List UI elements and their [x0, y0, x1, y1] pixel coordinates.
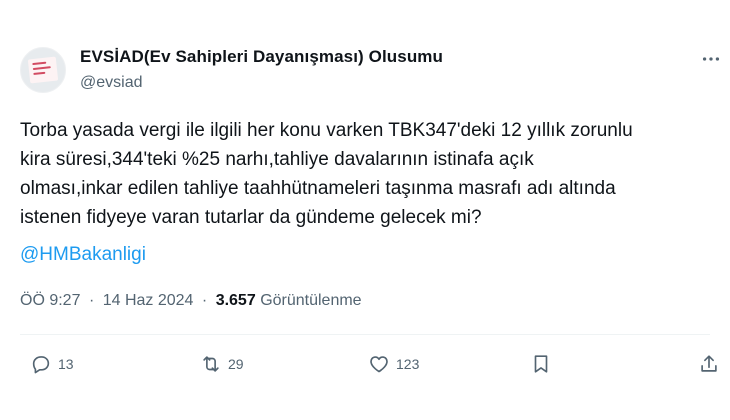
views-label: Görüntülenme	[260, 292, 362, 309]
meta-separator: ·	[201, 292, 208, 309]
author-avatar[interactable]	[20, 47, 66, 93]
tweet-card: EVSİAD(Ev Sahipleri Dayanışması) Olusumu…	[0, 0, 730, 420]
views-count: 3.657	[215, 292, 256, 309]
tweet-date[interactable]: 14 Haz 2024	[103, 292, 194, 309]
bookmark-button[interactable]	[530, 352, 552, 376]
heart-icon	[370, 356, 388, 373]
reply-count: 13	[58, 356, 74, 372]
retweet-icon	[203, 356, 219, 372]
share-button[interactable]	[698, 352, 720, 376]
tweet-meta: ÖÖ 9:27 · 14 Haz 2024 · 3.657 Görüntülen…	[20, 290, 362, 312]
like-button[interactable]: 123	[368, 352, 419, 376]
retweet-button[interactable]: 29	[200, 352, 244, 376]
retweet-count: 29	[228, 356, 244, 372]
avatar-image	[27, 56, 59, 84]
reply-icon	[32, 356, 50, 374]
bookmark-icon	[534, 355, 548, 373]
more-options-icon[interactable]	[700, 48, 722, 70]
divider	[20, 334, 710, 335]
reply-button[interactable]: 13	[30, 352, 74, 376]
share-icon	[701, 355, 717, 372]
like-count: 123	[396, 356, 420, 372]
tweet-text: Torba yasada vergi ile ilgili her konu v…	[20, 120, 633, 228]
author-handle[interactable]: @evsiad	[80, 74, 143, 92]
author-name[interactable]: EVSİAD(Ev Sahipleri Dayanışması) Olusumu	[80, 47, 443, 67]
mention-link[interactable]: @HMBakanligi	[20, 240, 146, 269]
tweet-time[interactable]: ÖÖ 9:27	[20, 292, 80, 309]
meta-separator: ·	[88, 292, 95, 309]
